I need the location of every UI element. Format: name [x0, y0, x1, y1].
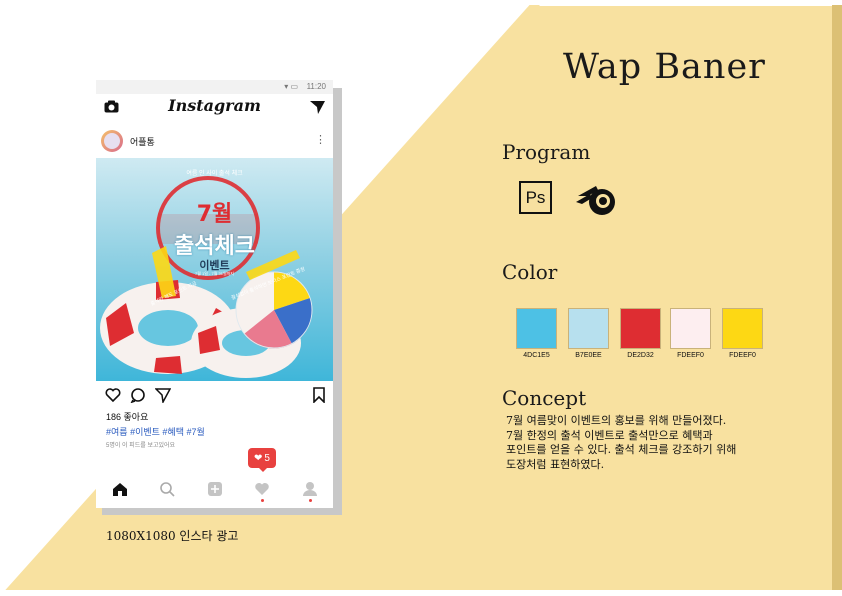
bookmark-icon[interactable]: [311, 387, 327, 403]
page-title: Wap Baner: [563, 47, 766, 87]
activity-dot: [261, 499, 264, 502]
swatch-label-3: DE2D32: [627, 352, 654, 359]
avatar[interactable]: [104, 133, 120, 149]
swatch-label-4: FDEEF0: [677, 352, 704, 359]
profile-dot: [309, 499, 312, 502]
post-headline: 출석체크: [174, 234, 255, 259]
like-heart-icon[interactable]: [105, 387, 121, 403]
comments-line[interactable]: 5명이 이 피드를 보고있어요: [106, 440, 175, 449]
notification-count: 5: [264, 452, 270, 464]
color-heading: Color: [502, 260, 558, 284]
post-top-text: 여름 인 사이 출석 체크: [186, 171, 243, 177]
swatch-3: [620, 308, 661, 349]
activity-heart-icon[interactable]: [254, 481, 270, 497]
status-bar: ▾ ▭ 11:20: [96, 80, 333, 94]
home-icon[interactable]: [112, 481, 128, 497]
hashtags[interactable]: #여름 #이벤트 #혜택 #7월: [106, 425, 205, 438]
search-icon[interactable]: [159, 481, 175, 497]
swatch-label-2: B7E0EE: [575, 352, 602, 359]
program-heading: Program: [502, 140, 591, 164]
post-month: 7월: [196, 202, 233, 227]
signal-battery-icon: ▾ ▭: [284, 82, 298, 91]
swatch-5: [722, 308, 763, 349]
add-post-icon[interactable]: [207, 481, 223, 497]
more-options-icon[interactable]: ⋮: [315, 133, 326, 146]
ad-caption: 1080X1080 인스타 광고: [106, 529, 239, 543]
swatch-label-1: 4DC1E5: [523, 352, 550, 359]
swatch-1: [516, 308, 557, 349]
profile-icon[interactable]: [302, 481, 318, 497]
blender-icon: [576, 186, 615, 215]
likes-count: 186 좋아요: [106, 412, 149, 422]
concept-text: 7월 여름맞이 이벤트의 홍보를 위해 만들어졌다. 7월 한정의 출석 이벤트…: [506, 414, 737, 471]
status-time: 11:20: [306, 82, 326, 91]
instagram-logo: Instagram: [168, 96, 261, 115]
swatch-4: [670, 308, 711, 349]
notification-tail: [259, 468, 267, 472]
post-image: 여름 인 사이 출석 체크 7월 출석체크 이벤트 7월 1일 - 7월 31일…: [96, 158, 333, 381]
heart-icon: ❤: [254, 452, 263, 464]
share-icon[interactable]: [155, 387, 171, 403]
direct-message-icon[interactable]: [310, 100, 325, 114]
photoshop-icon: Ps: [519, 181, 552, 214]
swatch-2: [568, 308, 609, 349]
swatch-label-5: FDEEF0: [729, 352, 756, 359]
concept-heading: Concept: [502, 386, 587, 410]
notification-badge[interactable]: ❤ 5: [248, 448, 276, 468]
comment-icon[interactable]: [130, 387, 146, 403]
username[interactable]: 어플통: [130, 135, 155, 148]
phone-mockup: ▾ ▭ 11:20 Instagram 어플통 ⋮ 여름 인 사이 출석 체크 …: [96, 80, 333, 508]
